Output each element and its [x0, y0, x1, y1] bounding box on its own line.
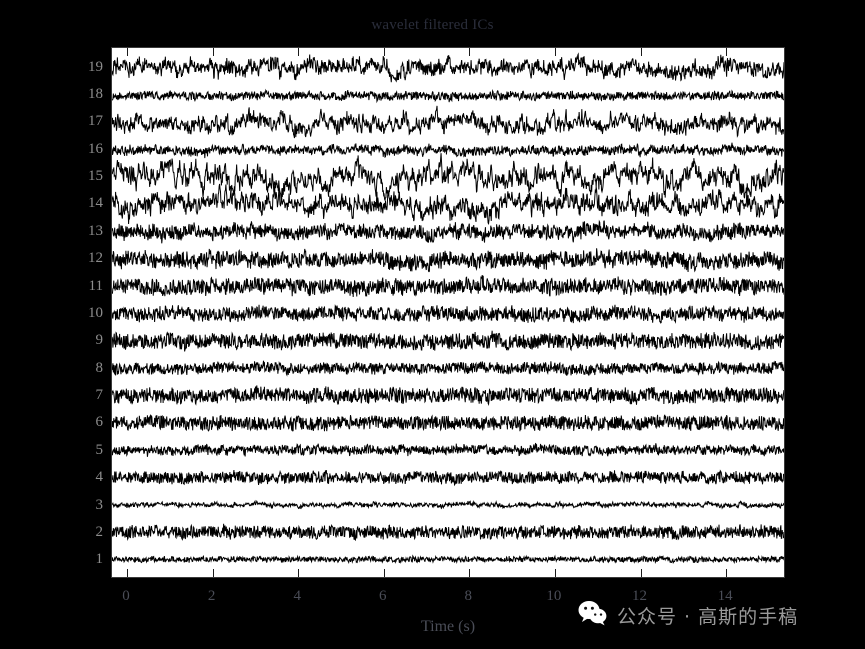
y-tick-label: 2 [95, 523, 104, 540]
x-tick-mark [640, 48, 642, 56]
plot-area [111, 47, 785, 578]
y-tick-label: 12 [88, 250, 103, 267]
x-tick-mark [469, 569, 471, 577]
y-tick-label: 13 [88, 222, 103, 239]
y-tick-label: 7 [95, 387, 104, 403]
page-title: wavelet filtered ICs [371, 17, 494, 33]
x-tick-label: 4 [293, 588, 301, 604]
trace-line [112, 184, 784, 224]
y-tick-label: 15 [88, 168, 103, 184]
x-tick-label: 2 [207, 588, 216, 604]
x-tick-mark [469, 48, 471, 56]
y-tick-label: 19 [88, 58, 103, 75]
y-tick-label: 8 [95, 359, 104, 376]
trace-line [112, 143, 784, 158]
trace-line [112, 275, 784, 297]
trace-line [112, 331, 784, 352]
y-tick-label: 5 [95, 441, 104, 458]
trace-line [112, 54, 784, 82]
x-tick-label: 8 [464, 588, 473, 604]
y-tick-label: 1 [95, 551, 104, 568]
x-tick-mark [212, 569, 214, 577]
wechat-icon [578, 600, 608, 631]
trace-line [112, 221, 784, 244]
trace-line [112, 385, 784, 404]
y-tick-label: 14 [88, 195, 103, 212]
x-tick-mark [554, 569, 556, 577]
x-tick-mark [298, 48, 300, 56]
y-tick-label: 18 [88, 85, 103, 102]
x-tick-label: 6 [378, 588, 387, 604]
watermark: 公众号 · 高斯的手稿 [578, 600, 798, 631]
trace-line [112, 443, 784, 457]
y-tick-label: 17 [88, 113, 103, 130]
trace-line [112, 524, 784, 540]
y-tick-label: 11 [88, 277, 103, 294]
trace-line [112, 556, 784, 563]
y-tick-label: 3 [95, 496, 104, 513]
x-tick-label: 10 [546, 588, 562, 604]
y-tick-label: 16 [88, 140, 103, 157]
trace-line [112, 248, 784, 272]
x-tick-mark [383, 569, 385, 577]
x-tick-mark [127, 569, 128, 577]
trace-line [112, 415, 784, 431]
trace-line [112, 361, 784, 376]
trace-line [112, 501, 784, 508]
trace-line [112, 305, 784, 323]
x-tick-mark [726, 48, 728, 56]
trace-line [112, 470, 784, 485]
watermark-text: 公众号 · 高斯的手稿 [617, 606, 799, 628]
x-tick-mark [127, 48, 128, 56]
y-tick-label: 6 [95, 414, 104, 431]
x-tick-mark [554, 48, 556, 56]
y-axis-tick-labels: 1 2 3 4 5 6 7 8 9 10 11 12 13 14 15 16 17 18 19 [57, 0, 103, 649]
trace-line [112, 90, 784, 102]
y-tick-label: 10 [88, 304, 103, 321]
y-tick-label: 4 [95, 469, 104, 486]
x-tick-label: 0 [122, 588, 130, 604]
traces-svg [112, 48, 784, 577]
x-tick-mark [640, 569, 642, 577]
x-tick-mark [383, 48, 385, 56]
x-tick-mark [212, 48, 214, 56]
y-tick-label: 9 [95, 332, 104, 349]
trace-line [112, 106, 784, 138]
figure-canvas: wavelet filtered ICs 1 2 3 4 5 6 7 8 9 10 11 12 13 14… [0, 0, 865, 649]
x-tick-mark [726, 569, 728, 577]
x-tick-mark [298, 569, 300, 577]
